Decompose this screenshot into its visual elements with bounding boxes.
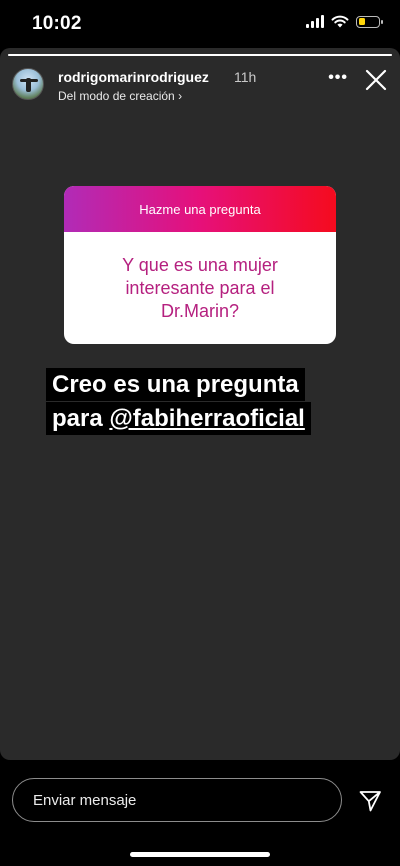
story-progress-fill [8,54,392,56]
close-icon[interactable] [364,68,388,92]
wifi-icon [331,15,349,28]
caption-prefix: para [52,405,110,432]
story-header: rodrigomarinrodriguez 11h Del modo de cr… [12,68,388,104]
reply-bar [0,760,400,866]
post-time: 11h [234,69,257,85]
question-sticker-header: Hazme una pregunta [64,186,336,232]
message-input[interactable] [12,778,342,822]
battery-icon [356,15,383,28]
more-dots-icon[interactable]: ••• [328,69,348,87]
send-icon[interactable] [358,789,382,813]
caption-line-1: Creo es una pregunta [46,368,305,401]
status-icons [306,15,383,28]
status-time: 10:02 [32,13,82,34]
caption-line-2: para @fabiherraoficial [46,402,311,435]
home-indicator[interactable] [130,852,270,857]
question-text: Y que es una mujer interesante para el D… [122,254,278,321]
mention-link[interactable]: @fabiherraoficial [109,405,304,432]
avatar[interactable] [12,68,44,100]
story-progress-bar [8,54,392,56]
username[interactable]: rodrigomarinrodriguez [58,69,209,85]
create-mode-link[interactable]: Del modo de creación › [58,89,182,103]
status-bar: 10:02 [0,0,400,48]
story-caption: Creo es una pregunta para @fabiherraofic… [46,368,366,436]
cellular-signal-icon [306,15,324,28]
question-sticker[interactable]: Hazme una pregunta Y que es una mujer in… [64,186,336,344]
story-viewer[interactable]: rodrigomarinrodriguez 11h Del modo de cr… [0,48,400,760]
